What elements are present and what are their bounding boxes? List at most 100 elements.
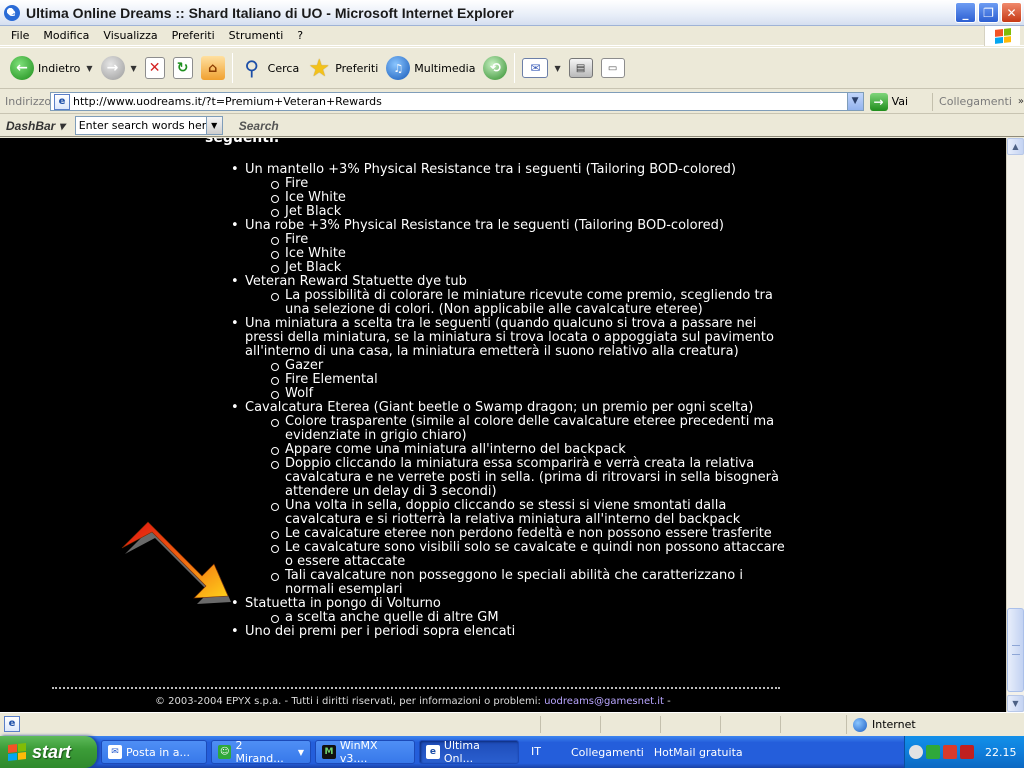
links-toolbar[interactable]: Collegamenti — [932, 92, 1012, 111]
sub-list-item: Le cavalcature sono visibili solo se cav… — [271, 541, 790, 569]
address-dropdown-button[interactable]: ▼ — [846, 93, 863, 110]
page-content: seguenti: Un mantello +3% Physical Resis… — [0, 138, 1006, 712]
chevron-down-icon[interactable]: ▼ — [86, 64, 92, 73]
system-tray: 22.15 — [904, 736, 1024, 768]
quicklink-hotmail[interactable]: HotMail gratuita — [654, 746, 743, 759]
list-item: Cavalcatura Eterea (Giant beetle o Swamp… — [231, 401, 790, 597]
sub-list-item: La possibilità di colorare le miniature … — [271, 289, 790, 317]
arrow-graphic-icon — [121, 521, 231, 604]
footer-divider — [52, 687, 780, 689]
media-label: Multimedia — [414, 61, 476, 75]
media-icon: ♫ — [386, 56, 411, 80]
title-bar: e Ultima Online Dreams :: Shard Italiano… — [0, 0, 1024, 26]
menu-help[interactable]: ? — [290, 29, 310, 42]
back-label: Indietro — [38, 61, 81, 75]
menu-modifica[interactable]: Modifica — [36, 29, 96, 42]
menu-preferiti[interactable]: Preferiti — [165, 29, 222, 42]
taskbar-item-ie[interactable]: e Ultima Onl... — [419, 739, 519, 765]
sub-list-item: Jet Black — [271, 261, 790, 275]
list-item: Veteran Reward Statuette dye tub La poss… — [231, 275, 790, 317]
page-footer: © 2003-2004 EPYX s.p.a. - Tutti i diritt… — [155, 696, 671, 707]
go-label: Vai — [891, 95, 909, 108]
taskbar-item-winmx[interactable]: M WinMX v3.... — [315, 739, 415, 765]
chevron-down-icon[interactable]: ▼ — [554, 64, 560, 73]
sub-list-item: Wolf — [271, 387, 790, 401]
stop-button[interactable]: ✕ — [141, 50, 169, 86]
taskbar-item-outlook[interactable]: ✉ Posta in a... — [101, 740, 207, 764]
back-button[interactable]: ← Indietro ▼ — [6, 50, 97, 86]
search-label: Cerca — [267, 61, 300, 75]
menu-strumenti[interactable]: Strumenti — [222, 29, 291, 42]
dashbar-search-input[interactable]: Enter search words here ▼ — [74, 116, 223, 135]
scroll-up-button[interactable]: ▲ — [1007, 138, 1024, 155]
quicklink-collegamenti[interactable]: Collegamenti — [571, 746, 644, 759]
star-icon: ★ — [308, 54, 330, 82]
start-button[interactable]: start — [0, 736, 97, 768]
tray-antivirus-icon[interactable] — [960, 745, 974, 759]
address-input[interactable]: e http://www.uodreams.it/?t=Premium+Vete… — [50, 92, 864, 111]
close-button[interactable]: ✕ — [1001, 2, 1022, 23]
language-indicator[interactable]: IT — [525, 740, 567, 764]
go-arrow-icon: → — [869, 92, 888, 111]
search-button[interactable]: ⚲ Cerca — [236, 50, 304, 86]
tray-network-icon[interactable] — [943, 745, 957, 759]
address-bar: Indirizzo e http://www.uodreams.it/?t=Pr… — [0, 90, 1024, 114]
favorites-button[interactable]: ★ Preferiti — [303, 50, 382, 86]
winmx-icon: M — [322, 745, 336, 759]
edit-button[interactable]: ▭ — [597, 50, 629, 86]
printer-icon: ▤ — [568, 58, 593, 78]
menu-bar: File Modifica Visualizza Preferiti Strum… — [0, 26, 1024, 46]
page-icon: e — [54, 93, 70, 110]
dashbar-search-text: Enter search words here — [78, 119, 213, 132]
chevron-down-icon: ▼ — [297, 747, 304, 757]
refresh-button[interactable]: ↻ — [169, 50, 197, 86]
taskbar-item-messenger[interactable]: ☺ 2 Mirand... ▼ — [211, 739, 311, 765]
menu-visualizza[interactable]: Visualizza — [96, 29, 164, 42]
forward-button[interactable]: → ▼ — [97, 50, 141, 86]
scroll-down-button[interactable]: ▼ — [1007, 695, 1024, 712]
sub-list-item: Fire — [271, 177, 790, 191]
windows-logo-icon — [8, 743, 26, 761]
sub-list-item: Gazer — [271, 359, 790, 373]
sub-list-item: Jet Black — [271, 205, 790, 219]
address-label: Indirizzo — [5, 95, 52, 108]
ie-icon: e — [4, 4, 20, 21]
minimize-button[interactable]: _ — [955, 2, 976, 23]
search-icon: ⚲ — [244, 56, 259, 80]
home-button[interactable]: ⌂ — [197, 50, 229, 86]
globe-icon — [853, 717, 867, 732]
list-item: Un mantello +3% Physical Resistance tra … — [231, 163, 790, 219]
window-title: Ultima Online Dreams :: Shard Italiano d… — [26, 4, 514, 21]
history-icon: ⟲ — [483, 56, 508, 80]
chevron-down-icon[interactable]: ▼ — [131, 64, 137, 73]
list-item: Una miniatura a scelta tra le seguenti (… — [231, 317, 790, 401]
scroll-thumb[interactable] — [1007, 608, 1024, 692]
menu-file[interactable]: File — [4, 29, 36, 42]
ie-icon: e — [426, 745, 440, 759]
edit-page-icon: ▭ — [600, 58, 625, 78]
list-item: Una robe +3% Physical Resistance tra le … — [231, 219, 790, 275]
chevron-down-icon[interactable]: ▼ — [205, 117, 222, 134]
history-button[interactable]: ⟲ — [479, 50, 511, 86]
address-url[interactable]: http://www.uodreams.it/?t=Premium+Vetera… — [73, 95, 382, 108]
sub-list-item: Ice White — [271, 247, 790, 261]
maximize-button[interactable]: ❐ — [978, 2, 999, 23]
go-button[interactable]: → Vai — [869, 92, 909, 111]
status-bar: e Internet — [0, 712, 1024, 735]
clock[interactable]: 22.15 — [985, 746, 1017, 759]
vertical-scrollbar[interactable]: ▲ ▼ — [1006, 138, 1024, 712]
reward-list: Un mantello +3% Physical Resistance tra … — [231, 163, 790, 640]
list-item: Uno dei premi per i periodi sopra elenca… — [231, 625, 790, 640]
tray-left-arrow-icon[interactable] — [909, 745, 923, 759]
media-button[interactable]: ♫ Multimedia — [382, 50, 479, 86]
chevron-right-icon[interactable]: » — [1018, 96, 1024, 107]
tray-messenger-icon[interactable] — [926, 745, 940, 759]
dashbar-search-button[interactable]: Search — [239, 119, 279, 133]
footer-email-link[interactable]: uodreams@gamesnet.it — [544, 696, 664, 707]
sub-list-item: Fire — [271, 233, 790, 247]
mail-button[interactable]: ✉ ▼ — [518, 50, 564, 86]
sub-list-item: Una volta in sella, doppio cliccando se … — [271, 499, 790, 527]
sub-list-item: Tali cavalcature non posseggono le speci… — [271, 569, 790, 597]
print-button[interactable]: ▤ — [565, 50, 597, 86]
dashbar-logo[interactable]: DashBar ▾ — [6, 119, 65, 133]
